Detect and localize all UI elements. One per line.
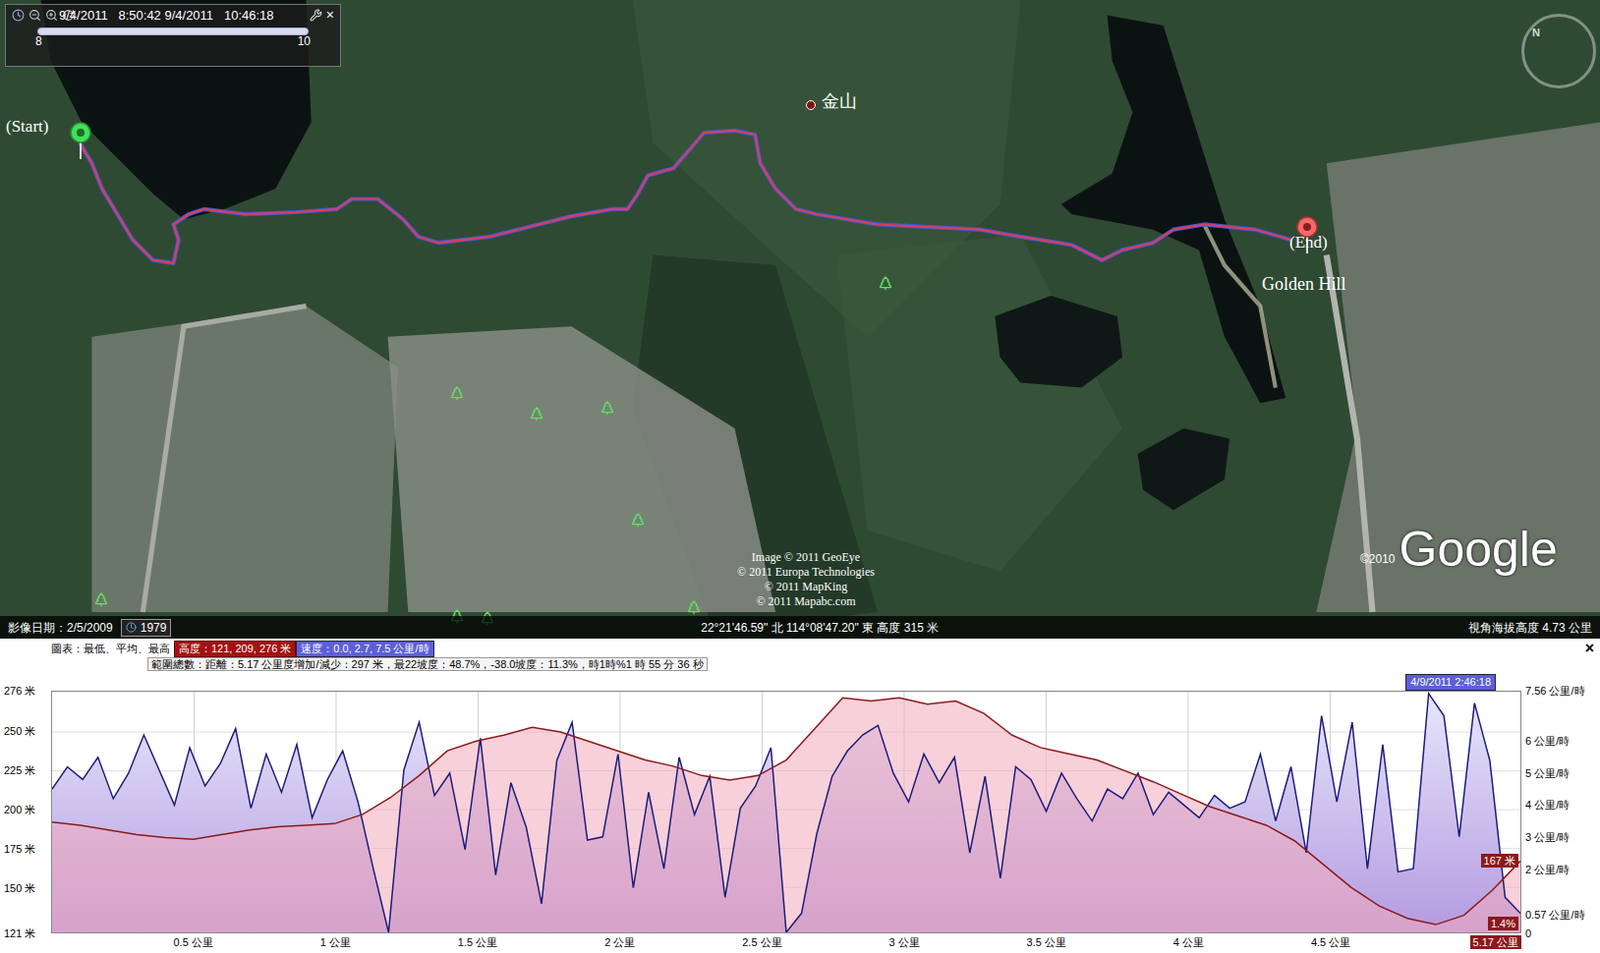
status-bar: 影像日期：2/5/2009 1979 22°21'46.59" 北 114°08'4…: [0, 616, 1600, 639]
clock-icon[interactable]: [11, 8, 25, 22]
time-control[interactable]: ×9/4/2011 8:50:42 9/4/2011 10:46:18 8 10: [4, 3, 342, 67]
tree-icon: [629, 512, 646, 528]
elevation-tick: 200 米: [3, 803, 36, 817]
copyright-line: © 2011 Europa Technologies: [737, 565, 875, 580]
distance-tick: 4.5 公里: [1311, 936, 1351, 950]
copyright-line: Image © 2011 GeoEye: [751, 550, 860, 566]
distance-tick: 2.5 公里: [742, 936, 782, 950]
elevation-stats[interactable]: 高度：121, 209, 276 米: [173, 640, 296, 658]
copyright-line: © 2011 MapKing: [764, 579, 849, 595]
plot-area[interactable]: 167 米 1.4%: [51, 690, 1522, 934]
elevation-tick: 150 米: [3, 881, 36, 895]
speed-tick: 4 公里/時: [1525, 799, 1570, 812]
elevation-tick: 250 米: [3, 725, 36, 739]
start-pin-icon[interactable]: [68, 121, 93, 160]
elevation-profile[interactable]: 圖表：最低、平均、最高高度：121, 209, 276 米速度：0.0, 2.7…: [0, 638, 1600, 953]
elevation-line: [52, 697, 1521, 925]
speed-tick: 3 公里/時: [1525, 830, 1570, 844]
elevation-axis: 276 米250 米225 米200 米175 米150 米121 米: [0, 690, 52, 934]
eye-altitude: 視角海拔高度 4.73 公里: [1468, 619, 1593, 637]
tree-icon: [93, 591, 110, 608]
elevation-tick: 225 米: [3, 764, 36, 778]
distance-tick: 4 公里: [1173, 936, 1204, 950]
logo-year: ©2010: [1360, 550, 1396, 578]
distance-tick: 1.5 公里: [457, 936, 498, 950]
tree-icon: [599, 400, 616, 416]
elevation-badge: 167 米: [1481, 854, 1519, 868]
speed-tick: 7.56 公里/時: [1525, 685, 1586, 698]
zoom-in-icon[interactable]: [45, 8, 58, 22]
map-view[interactable]: ×9/4/2011 8:50:42 9/4/2011 10:46:18 8 10 N (…: [0, 0, 1600, 639]
tree-icon: [877, 275, 894, 291]
time-slider[interactable]: [37, 27, 309, 36]
speed-area: [52, 693, 1521, 933]
elevation-tick: 276 米: [3, 685, 36, 698]
elevation-tick: 121 米: [3, 927, 36, 941]
speed-tick: 2 公里/時: [1525, 862, 1570, 876]
copyright: Image © 2011 GeoEye© 2011 Europa Technol…: [707, 550, 905, 610]
speed-axis: 7.56 公里/時6 公里/時5 公里/時4 公里/時3 公里/時2 公里/時0…: [1521, 690, 1600, 934]
time-range: 9/4/2011 8:50:42 9/4/2011 10:46:18: [11, 7, 335, 24]
place-label: Golden Hill: [1261, 271, 1347, 298]
coordinates: 22°21'46.59" 北 114°08'47.20" 東 高度 315 米: [700, 619, 939, 637]
zoom-out-icon[interactable]: [28, 8, 42, 22]
chart-close-button[interactable]: ×: [1585, 640, 1595, 656]
satellite-terrain: [0, 0, 1600, 639]
slider-end-tick: 10: [297, 35, 311, 49]
history-icon: [125, 622, 137, 633]
speed-line: [52, 693, 1521, 933]
elevation-tick: 175 米: [3, 842, 36, 856]
profile-chart: [52, 691, 1521, 933]
distance-tick: 3.5 公里: [1027, 936, 1067, 950]
end-label: (End): [1289, 229, 1328, 256]
copyright-line: © 2011 Mapabc.com: [756, 594, 857, 610]
history-badge[interactable]: 1979: [120, 619, 172, 637]
distance-tick: 1 公里: [320, 936, 351, 950]
time-close-button[interactable]: ×: [326, 7, 335, 22]
image-date: 影像日期：2/5/2009: [7, 619, 114, 637]
chart-summary: 範圍總數：距離：5.17 公里度增加/減少：297 米，最22坡度：48.7%，…: [147, 657, 708, 672]
speed-tick: 6 公里/時: [1525, 734, 1570, 747]
distance-tick: 3 公里: [888, 936, 919, 950]
distance-end: 5.17 公里: [1470, 935, 1522, 950]
google-earth-window: ×9/4/2011 8:50:42 9/4/2011 10:46:18810N(…: [0, 0, 1600, 953]
speed-tick: 0.57 公里/時: [1525, 909, 1586, 922]
start-label: (Start): [5, 114, 49, 140]
summit-dot: [805, 100, 816, 111]
speed-tick: 5 公里/時: [1525, 766, 1570, 780]
tree-icon: [528, 405, 545, 422]
google-logo: ©2010Google: [1360, 520, 1558, 578]
time-badge: 4/9/2011 2:46:18: [1405, 674, 1496, 691]
wrench-icon[interactable]: [309, 8, 323, 22]
grade-badge: 1.4%: [1487, 916, 1519, 931]
distance-tick: 0.5 公里: [172, 936, 213, 950]
tree-icon: [449, 385, 465, 401]
speed-tick: 0: [1525, 927, 1532, 941]
logo-text: Google: [1399, 520, 1558, 578]
tree-icon: [685, 599, 702, 616]
distance-tick: 2 公里: [604, 936, 635, 950]
compass[interactable]: N: [1521, 13, 1597, 89]
legend-label: 圖表：最低、平均、最高: [51, 641, 171, 657]
chart-header: 圖表：最低、平均、最高高度：121, 209, 276 米速度：0.0, 2.7…: [0, 638, 1600, 675]
speed-stats[interactable]: 速度：0.0, 2.7, 7.5 公里/時: [295, 640, 434, 658]
summit-label: 金山: [821, 88, 858, 115]
slider-start-tick: 8: [35, 35, 43, 49]
distance-axis: 0.5 公里 1 公里 1.5 公里 2 公里 2.5 公里 3 公里 3.5 公里 4 公里…: [51, 933, 1522, 953]
